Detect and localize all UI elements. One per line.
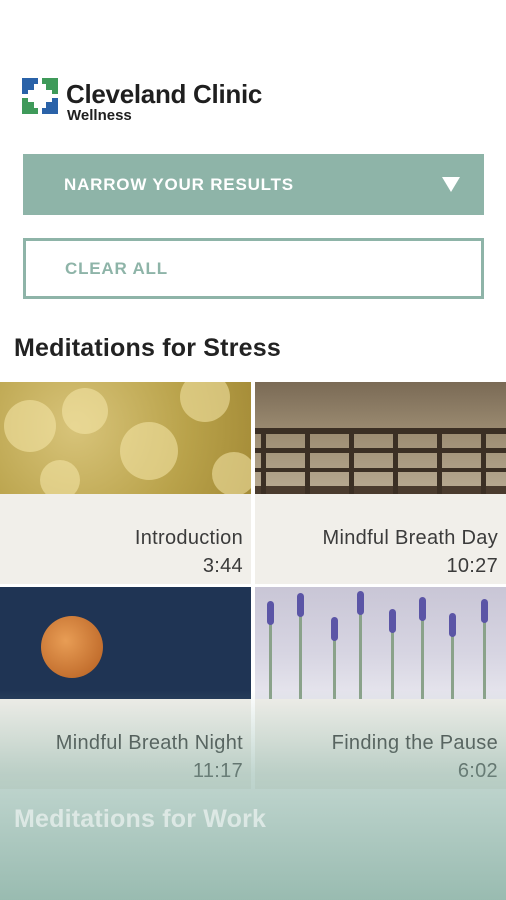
- meditation-title: Introduction: [134, 527, 243, 549]
- meditation-card-mindful-breath-day[interactable]: Mindful Breath Day 10:27: [255, 382, 506, 584]
- wooden-fence-image: [255, 382, 506, 494]
- meditation-title: Mindful Breath Night: [55, 732, 243, 754]
- brand-logo: Cleveland Clinic Wellness: [22, 78, 262, 124]
- meditation-card-introduction[interactable]: Introduction 3:44: [0, 382, 251, 584]
- narrow-results-dropdown[interactable]: NARROW YOUR RESULTS: [23, 154, 484, 215]
- meditation-duration: 10:27: [446, 555, 498, 577]
- section-title-work: Meditations for Work: [14, 805, 267, 833]
- meditation-duration: 3:44: [202, 555, 243, 577]
- section-title-stress: Meditations for Stress: [14, 334, 281, 362]
- clear-all-button[interactable]: CLEAR ALL: [23, 238, 484, 299]
- moon-shape: [41, 616, 103, 678]
- brand-name: Cleveland Clinic: [66, 79, 263, 109]
- lavender-field-image: [255, 587, 506, 699]
- meditation-title: Mindful Breath Day: [322, 527, 498, 549]
- full-moon-image: [0, 587, 251, 699]
- cleveland-clinic-logo-icon: [22, 78, 58, 114]
- meditation-card-finding-the-pause[interactable]: Finding the Pause 6:02: [255, 587, 506, 789]
- golden-bokeh-image: [0, 382, 251, 494]
- meditation-duration: 6:02: [457, 760, 498, 782]
- clear-all-label: CLEAR ALL: [65, 258, 168, 278]
- caret-down-icon: [442, 177, 460, 192]
- meditation-title: Finding the Pause: [331, 732, 498, 754]
- meditation-card-mindful-breath-night[interactable]: Mindful Breath Night 11:17: [0, 587, 251, 789]
- narrow-results-label: NARROW YOUR RESULTS: [64, 174, 294, 194]
- meditation-duration: 11:17: [192, 760, 243, 782]
